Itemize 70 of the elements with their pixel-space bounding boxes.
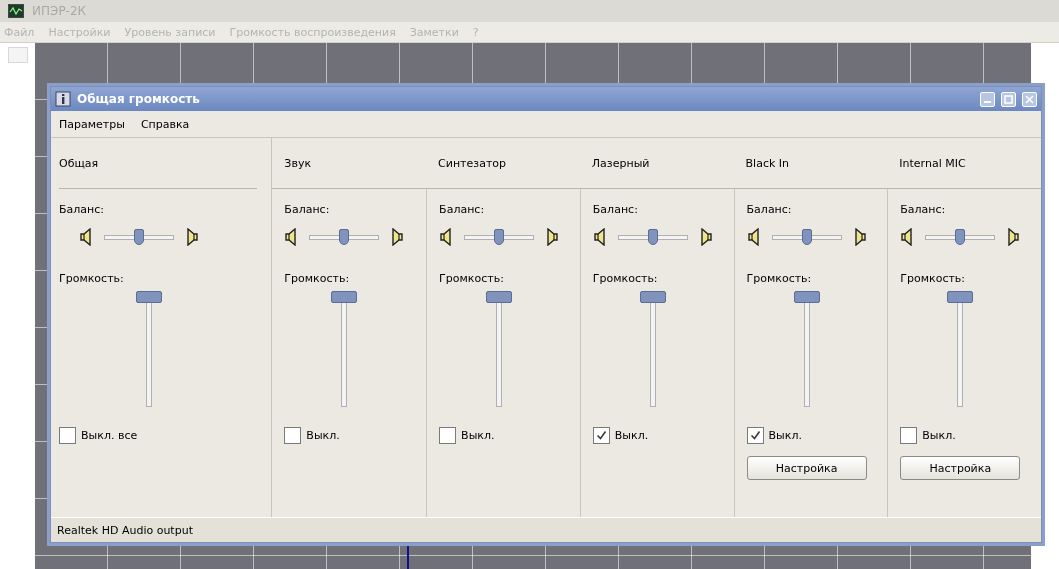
status-text: Realtek HD Audio output <box>57 523 193 537</box>
maximize-icon <box>1004 94 1013 104</box>
speaker-icon <box>592 228 607 246</box>
slider-thumb[interactable] <box>639 291 666 303</box>
speaker-icon <box>185 228 199 246</box>
speaker-icon <box>900 228 915 246</box>
checkmark-icon <box>595 430 607 441</box>
mute-checkbox[interactable]: Выкл. <box>592 427 734 444</box>
volume-slider[interactable] <box>485 291 514 409</box>
checkmark-icon <box>749 430 761 441</box>
slider-thumb[interactable] <box>134 229 144 245</box>
volume-label: Громкость: <box>592 272 658 285</box>
slider-thumb[interactable] <box>339 229 350 245</box>
close-button[interactable] <box>1022 91 1037 107</box>
balance-label: Баланс: <box>746 203 792 216</box>
volume-slider[interactable] <box>946 291 975 409</box>
menu-item[interactable]: Справка <box>140 117 190 131</box>
mute-checkbox[interactable]: Выкл. <box>439 427 580 444</box>
balance-label: Баланс: <box>900 203 946 216</box>
slider-thumb[interactable] <box>647 229 658 245</box>
settings-button[interactable]: Настройка <box>746 456 867 480</box>
volume-label: Громкость: <box>746 272 812 285</box>
slider-thumb[interactable] <box>955 229 966 245</box>
volume-label: Громкость: <box>284 272 350 285</box>
volume-slider[interactable] <box>330 291 359 409</box>
slider-thumb[interactable] <box>793 291 820 303</box>
speaker-icon <box>1006 228 1021 246</box>
channel-name: Общая <box>59 156 99 170</box>
minimize-button[interactable] <box>980 91 995 107</box>
slider-thumb[interactable] <box>947 291 974 303</box>
channel-name: Синтезатор <box>438 156 506 170</box>
slider-thumb[interactable] <box>494 229 505 245</box>
speaker-icon <box>79 228 93 246</box>
oscilloscope-icon <box>8 4 24 18</box>
balance-label: Баланс: <box>59 203 104 216</box>
channel-name: Black In <box>745 156 790 170</box>
slider-thumb[interactable] <box>331 291 358 303</box>
balance-label: Баланс: <box>284 203 330 216</box>
channel-name: Internal MIC <box>899 156 966 170</box>
volume-slider[interactable] <box>638 291 667 409</box>
volume-label: Громкость: <box>439 272 504 285</box>
slider-thumb[interactable] <box>136 291 162 303</box>
slider-thumb[interactable] <box>486 291 513 303</box>
maximize-button[interactable] <box>1001 91 1016 107</box>
volume-slider[interactable] <box>792 291 821 409</box>
window-title: Общая громкость <box>77 92 200 106</box>
volume-label: Громкость: <box>900 272 966 285</box>
mute-checkbox[interactable]: Выкл. <box>900 427 1042 444</box>
volume-label: Громкость: <box>59 272 124 285</box>
volume-slider[interactable] <box>135 291 163 409</box>
speaker-icon <box>852 228 867 246</box>
minimize-icon <box>984 100 991 103</box>
speaker-icon <box>439 228 454 246</box>
mute-checkbox[interactable]: Выкл. все <box>59 427 258 444</box>
speaker-icon <box>545 228 560 246</box>
balance-label: Баланс: <box>592 203 638 216</box>
settings-button[interactable]: Настройка <box>900 456 1021 480</box>
menu-item[interactable]: Параметры <box>59 117 125 131</box>
balance-label: Баланс: <box>439 203 485 216</box>
close-icon <box>1025 94 1034 104</box>
speaker-icon <box>390 228 405 246</box>
speaker-icon <box>698 228 713 246</box>
slider-thumb[interactable] <box>801 229 812 245</box>
mute-checkbox[interactable]: Выкл. <box>284 427 427 444</box>
speaker-icon <box>746 228 761 246</box>
mute-checkbox[interactable]: Выкл. <box>746 427 888 444</box>
info-icon <box>55 91 71 107</box>
speaker-icon <box>284 228 299 246</box>
channel-name: Лазерный <box>591 156 650 170</box>
channel-name: Звук <box>284 156 312 170</box>
